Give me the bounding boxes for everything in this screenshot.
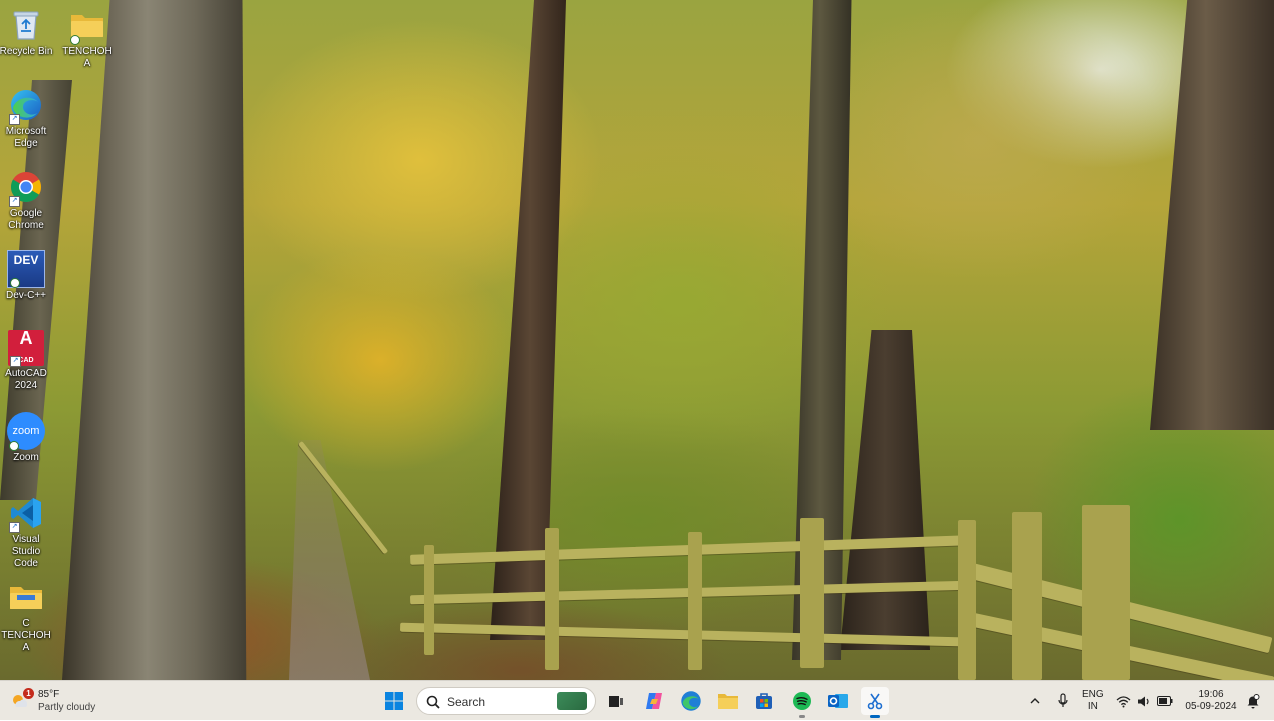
shortcut-arrow-icon: ↗ <box>9 196 20 207</box>
desktop-icon-devcpp[interactable]: DEV Dev-C++ <box>0 250 53 302</box>
start-button[interactable] <box>380 687 408 715</box>
weather-condition: Partly cloudy <box>38 702 96 713</box>
desktop-icon-label: Zoom <box>13 452 39 463</box>
desktop-icon-label: Google Chrome <box>8 208 44 231</box>
snipping-tool-button[interactable] <box>861 687 889 718</box>
search-placeholder: Search <box>447 695 486 709</box>
notification-bell-icon <box>1247 693 1260 708</box>
windows-logo-icon <box>385 692 403 710</box>
vscode-icon: ↗ <box>7 494 45 533</box>
devcpp-icon: DEV <box>7 250 45 288</box>
notifications-button[interactable] <box>1246 681 1260 721</box>
shortcut-arrow-icon: ↗ <box>9 114 20 125</box>
search-highlight-icon <box>557 692 587 710</box>
task-view-button[interactable] <box>602 687 630 715</box>
outlook-button[interactable] <box>824 687 852 715</box>
microphone-button[interactable] <box>1056 681 1070 721</box>
copilot-icon <box>646 693 662 709</box>
weather-widget[interactable]: 1 85°F Partly cloudy <box>8 686 128 716</box>
sync-status-icon <box>9 441 19 451</box>
wifi-icon <box>1116 695 1131 707</box>
snipping-tool-icon <box>867 693 883 710</box>
desktop-icon-vscode[interactable]: ↗ Visual Studio Code <box>0 494 53 570</box>
edge-icon <box>681 691 701 711</box>
store-icon <box>756 693 772 709</box>
shortcut-arrow-icon: ↗ <box>9 522 20 533</box>
folder-icon <box>68 6 106 45</box>
desktop-icon-label: Microsoft Edge <box>5 126 47 149</box>
desktop-icon-c-folder[interactable]: C TENCHOHA <box>0 578 53 654</box>
taskbar: 1 85°F Partly cloudy Search ENG IN 19:06… <box>0 680 1274 720</box>
sync-status-icon <box>10 278 20 288</box>
running-indicator <box>870 715 880 718</box>
zoom-icon: zoom <box>7 412 45 451</box>
volume-icon <box>1138 696 1149 706</box>
desktop-icon-chrome[interactable]: ↗ Google Chrome <box>0 168 53 232</box>
microphone-icon <box>1058 693 1068 707</box>
language-region: IN <box>1087 701 1098 712</box>
copilot-button[interactable] <box>640 687 668 715</box>
spotify-icon <box>793 692 811 710</box>
weather-temperature: 85°F <box>38 689 60 700</box>
quick-settings-button[interactable] <box>1116 681 1173 721</box>
desktop-icon-label: Visual Studio Code <box>11 534 41 569</box>
sync-status-icon <box>70 35 80 45</box>
clock-date: 05-09-2024 <box>1185 701 1237 712</box>
running-indicator <box>799 715 805 718</box>
weather-alert-badge: 1 <box>23 688 34 699</box>
chrome-icon: ↗ <box>7 168 45 207</box>
desktop-icon-label: Recycle Bin <box>0 46 53 57</box>
desktop-icon-recycle-bin[interactable]: Recycle Bin <box>0 6 53 58</box>
edge-icon: ↗ <box>7 86 45 125</box>
desktop-icon-user-folder[interactable]: TENCHOHA <box>60 6 114 70</box>
file-explorer-button[interactable] <box>714 687 742 715</box>
folder-icon <box>7 578 45 616</box>
folder-icon <box>718 694 738 709</box>
spotify-button[interactable] <box>788 687 816 718</box>
desktop-icon-label: AutoCAD 2024 <box>5 368 47 391</box>
zoom-icon-text: zoom <box>12 425 40 437</box>
wallpaper-trunk <box>1150 0 1274 430</box>
shortcut-arrow-icon: ↗ <box>10 356 21 367</box>
desktop-icon-autocad[interactable]: A CAD ↗ AutoCAD 2024 <box>0 328 53 392</box>
desktop-wallpaper <box>0 0 1274 680</box>
desktop-icon-label: TENCHOHA <box>62 46 112 69</box>
devcpp-icon-text: DEV <box>13 253 39 267</box>
autocad-icon: A CAD ↗ <box>8 328 44 367</box>
wallpaper-trunk <box>62 0 247 680</box>
microsoft-store-button[interactable] <box>750 687 778 715</box>
outlook-icon <box>828 694 848 708</box>
show-hidden-icons-button[interactable] <box>1028 681 1042 721</box>
chevron-up-icon <box>1030 698 1040 704</box>
battery-icon <box>1157 696 1173 706</box>
autocad-icon-letter: A <box>19 328 33 348</box>
input-language-button[interactable]: ENG IN <box>1082 681 1104 721</box>
search-icon <box>426 695 440 709</box>
clock-button[interactable]: 19:06 05-09-2024 <box>1180 681 1242 721</box>
desktop-icon-label: Dev-C++ <box>5 290 46 301</box>
recycle-bin-icon <box>7 6 45 44</box>
taskbar-search-box[interactable]: Search <box>416 687 596 715</box>
clock-time: 19:06 <box>1198 689 1224 700</box>
desktop-icon-edge[interactable]: ↗ Microsoft Edge <box>0 86 53 150</box>
task-view-icon <box>609 696 623 707</box>
desktop-icon-zoom[interactable]: zoom Zoom <box>0 412 53 464</box>
desktop-icon-label: C TENCHOHA <box>1 618 51 653</box>
language-code: ENG <box>1082 689 1104 700</box>
taskbar-edge-button[interactable] <box>677 687 705 715</box>
